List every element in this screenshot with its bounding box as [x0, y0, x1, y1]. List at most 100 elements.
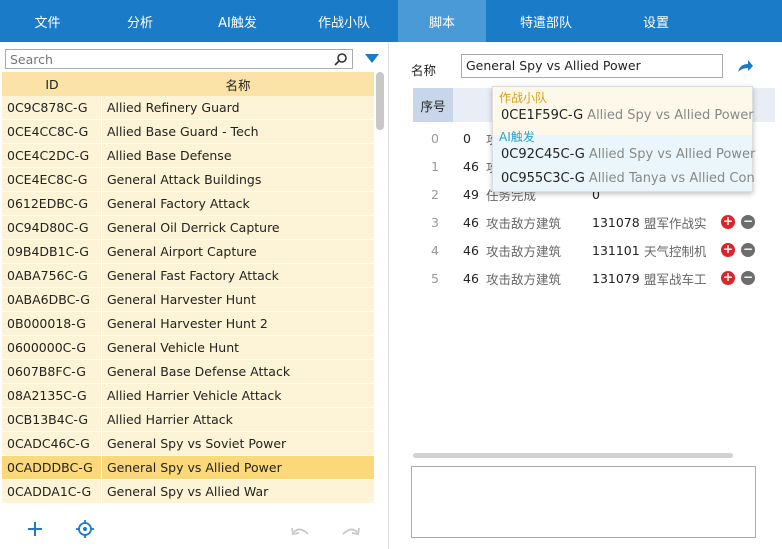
cell-code: 46 — [463, 242, 479, 258]
cell-name: General Base Defense Attack — [107, 364, 291, 379]
filter-dropdown-icon[interactable] — [364, 52, 380, 66]
cell-id: 0CE4EC8C-G — [2, 168, 102, 191]
cell-seq: 3 — [431, 214, 439, 230]
search-box — [5, 49, 353, 69]
cell-desc: 盟军战车工 — [644, 271, 706, 287]
cell-id: 0CADDA1C-G — [2, 480, 102, 503]
dropdown-group-title: 作战小队 — [499, 91, 548, 105]
menu-team[interactable]: 作战小队 — [290, 0, 398, 42]
cell-name: General Harvester Hunt 2 — [107, 316, 268, 331]
action-row[interactable]: 3 46 攻击敌方建筑 131078 盟军作战实 + − — [413, 209, 775, 235]
add-row-icon[interactable]: + — [721, 271, 735, 285]
script-table: ID 名称 0C9C878C-G Allied Refinery Guard 0CE… — [2, 72, 374, 504]
remove-row-icon[interactable]: − — [741, 243, 755, 257]
cell-desc: 盟军作战实 — [644, 215, 706, 231]
cell-id: 0612EDBC-G — [2, 192, 102, 215]
cell-id: 0CADDDBC-G — [2, 456, 102, 479]
cell-id: 0CE4C2DC-G — [2, 144, 102, 167]
cell-name: General Attack Buildings — [107, 172, 262, 187]
cell-id: 0C94D80C-G — [2, 216, 102, 239]
table-row[interactable]: 0CE4EC8C-G General Attack Buildings — [2, 168, 374, 192]
cell-name: Allied Refinery Guard — [107, 100, 240, 115]
cell-id: 0C9C878C-G — [2, 96, 102, 119]
table-row[interactable]: 0CADDA1C-G General Spy vs Allied War — [2, 480, 374, 504]
remove-row-icon[interactable]: − — [741, 271, 755, 285]
cell-name: General Airport Capture — [107, 244, 257, 259]
table-row[interactable]: 0ABA6DBC-G General Harvester Hunt — [2, 288, 374, 312]
table-row[interactable]: 0CADDDBC-G General Spy vs Allied Power — [2, 456, 374, 480]
search-input[interactable] — [6, 50, 334, 68]
menu-analysis[interactable]: 分析 — [95, 0, 185, 42]
cell-code: 0 — [463, 130, 471, 146]
table-row[interactable]: 0CB13B4C-G Allied Harrier Attack — [2, 408, 374, 432]
autocomplete-dropdown: 作战小队 0CE1F59C-G Allied Spy vs Allied Powe… — [492, 86, 755, 192]
dropdown-item[interactable]: 0C955C3C-G Allied Tanya vs Allied Con — [501, 171, 755, 186]
list-toolbar — [0, 512, 388, 549]
description-textarea[interactable] — [411, 466, 756, 538]
table-row[interactable]: 09B4DB1C-G General Airport Capture — [2, 240, 374, 264]
cell-id: 09B4DB1C-G — [2, 240, 102, 263]
cell-action: 攻击敌方建筑 — [486, 271, 562, 287]
menu-ai-trigger[interactable]: AI触发 — [185, 0, 290, 42]
table-row[interactable]: 0CE4C2DC-G Allied Base Defense — [2, 144, 374, 168]
cell-name: General Spy vs Allied War — [107, 484, 269, 499]
table-row[interactable]: 0CE4CC8C-G Allied Base Guard - Tech — [2, 120, 374, 144]
dropdown-group-ai-trigger: AI触发 0C92C45C-G Allied Spy vs Allied Powe… — [493, 130, 755, 191]
cell-id: 0607B8FC-G — [2, 360, 102, 383]
menu-taskforce[interactable]: 特遣部队 — [486, 0, 606, 42]
cell-name: General Fast Factory Attack — [107, 268, 279, 283]
table-row[interactable]: 0612EDBC-G General Factory Attack — [2, 192, 374, 216]
dropdown-item[interactable]: 0C92C45C-G Allied Spy vs Allied Power — [501, 147, 755, 162]
menu-settings[interactable]: 设置 — [606, 0, 706, 42]
undo-icon[interactable] — [290, 526, 310, 540]
grid-scrollbar[interactable] — [413, 453, 733, 458]
table-row[interactable]: 08A2135C-G Allied Harrier Vehicle Attack — [2, 384, 374, 408]
action-row[interactable]: 4 46 攻击敌方建筑 131101 天气控制机 + − — [413, 237, 775, 263]
add-icon[interactable] — [26, 520, 44, 538]
cell-code: 49 — [463, 186, 479, 202]
cell-id: 0ABA6DBC-G — [2, 288, 102, 311]
share-icon[interactable] — [736, 58, 754, 74]
table-row[interactable]: 0ABA756C-G General Fast Factory Attack — [2, 264, 374, 288]
column-seq[interactable]: 序号 — [413, 88, 453, 122]
cell-name: General Spy vs Allied Power — [107, 460, 282, 475]
cell-name: General Vehicle Hunt — [107, 340, 240, 355]
column-id[interactable]: ID — [2, 72, 102, 96]
name-field[interactable]: General Spy vs Allied Power — [461, 54, 723, 78]
table-row[interactable]: 0CADC46C-G General Spy vs Soviet Power — [2, 432, 374, 456]
remove-row-icon[interactable]: − — [741, 215, 755, 229]
script-list-panel: ID 名称 0C9C878C-G Allied Refinery Guard 0CE… — [0, 42, 389, 549]
list-scrollbar[interactable] — [376, 72, 384, 130]
cell-id: 08A2135C-G — [2, 384, 102, 407]
dropdown-item[interactable]: 0CE1F59C-G Allied Spy vs Allied Power — [501, 108, 754, 123]
cell-value: 131101 — [592, 242, 640, 258]
add-row-icon[interactable]: + — [721, 243, 735, 257]
column-name[interactable]: 名称 — [102, 72, 374, 96]
table-row[interactable]: 0607B8FC-G General Base Defense Attack — [2, 360, 374, 384]
cell-desc: 天气控制机 — [644, 243, 706, 259]
table-row[interactable]: 0600000C-G General Vehicle Hunt — [2, 336, 374, 360]
redo-icon[interactable] — [341, 526, 361, 540]
search-icon[interactable] — [334, 52, 348, 66]
cell-seq: 5 — [431, 270, 439, 286]
cell-seq: 4 — [431, 242, 439, 258]
cell-id: 0B000018-G — [2, 312, 102, 335]
menu-file[interactable]: 文件 — [0, 0, 95, 42]
cell-code: 46 — [463, 158, 479, 174]
table-row[interactable]: 0C9C878C-G Allied Refinery Guard — [2, 96, 374, 120]
table-row[interactable]: 0B000018-G General Harvester Hunt 2 — [2, 312, 374, 336]
cell-code: 46 — [463, 270, 479, 286]
table-header: ID 名称 — [2, 72, 374, 96]
cell-seq: 0 — [431, 130, 439, 146]
action-row[interactable]: 5 46 攻击敌方建筑 131079 盟军战车工 + − — [413, 265, 775, 291]
table-row[interactable]: 0C94D80C-G General Oil Derrick Capture — [2, 216, 374, 240]
cell-seq: 1 — [431, 158, 439, 174]
cell-name: General Harvester Hunt — [107, 292, 256, 307]
cell-action: 攻击敌方建筑 — [486, 215, 562, 231]
cell-seq: 2 — [431, 186, 439, 202]
locate-icon[interactable] — [76, 520, 94, 538]
cell-id: 0CB13B4C-G — [2, 408, 102, 431]
menu-script[interactable]: 脚本 — [398, 0, 486, 42]
dropdown-group-title: AI触发 — [499, 130, 535, 144]
add-row-icon[interactable]: + — [721, 215, 735, 229]
